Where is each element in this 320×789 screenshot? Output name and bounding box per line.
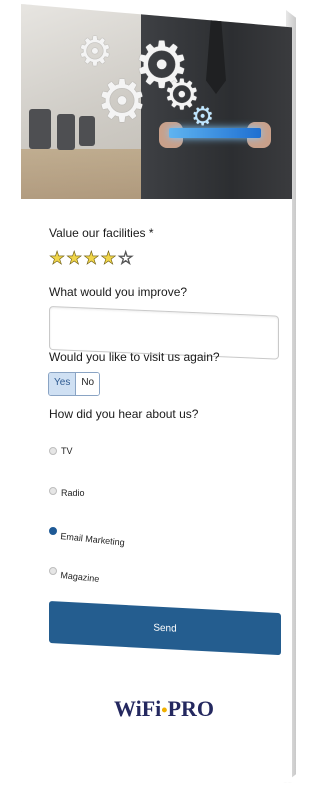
hero-image: ⚙ ⚙ ⚙ ⚙ ⚙ <box>21 4 292 199</box>
tablet-icon <box>169 128 261 138</box>
survey-card: ⚙ ⚙ ⚙ ⚙ ⚙ Value our facilities * ★★★★☆ W… <box>21 4 292 783</box>
radio-label-email-marketing: Email Marketing <box>59 531 126 548</box>
send-button[interactable]: Send <box>49 601 281 656</box>
radio-tv[interactable] <box>49 447 57 455</box>
radio-label-magazine: Magazine <box>59 570 100 585</box>
star-icon[interactable]: ★ <box>83 248 100 269</box>
hear-label: How did you hear about us? <box>49 407 199 421</box>
chair <box>79 116 95 146</box>
gear-icon: ⚙ <box>191 102 215 132</box>
radio-magazine[interactable] <box>49 567 57 575</box>
star-empty-icon[interactable]: ☆ <box>117 248 135 269</box>
gear-icon: ⚙ <box>77 29 113 75</box>
star-icon[interactable]: ★ <box>66 248 83 269</box>
screen: ⚙ ⚙ ⚙ ⚙ ⚙ Value our facilities * ★★★★☆ W… <box>0 0 301 789</box>
yes-button[interactable]: Yes <box>49 373 77 395</box>
chair <box>29 109 51 149</box>
wifipro-logo: WiFi•PRO <box>114 696 214 722</box>
star-icon[interactable]: ★ <box>49 248 66 269</box>
improve-label: What would you improve? <box>49 285 188 299</box>
no-button[interactable]: No <box>76 373 100 395</box>
star-rating[interactable]: ★★★★☆ <box>49 248 135 269</box>
radio-radio[interactable] <box>49 487 57 495</box>
radio-label-radio: Radio <box>61 488 85 498</box>
visit-again-label: Would you like to visit us again? <box>49 350 220 364</box>
radio-email-marketing[interactable] <box>49 527 57 535</box>
chair <box>57 114 75 150</box>
star-icon[interactable]: ★ <box>100 248 117 269</box>
logo-text-left: WiFi <box>114 696 162 721</box>
send-button-label: Send <box>153 621 177 635</box>
radio-label-tv: TV <box>61 446 73 456</box>
visit-toggle[interactable]: Yes No <box>48 372 101 396</box>
logo-text-right: PRO <box>167 696 215 721</box>
rating-label: Value our facilities * <box>49 226 154 240</box>
tie <box>206 4 226 94</box>
